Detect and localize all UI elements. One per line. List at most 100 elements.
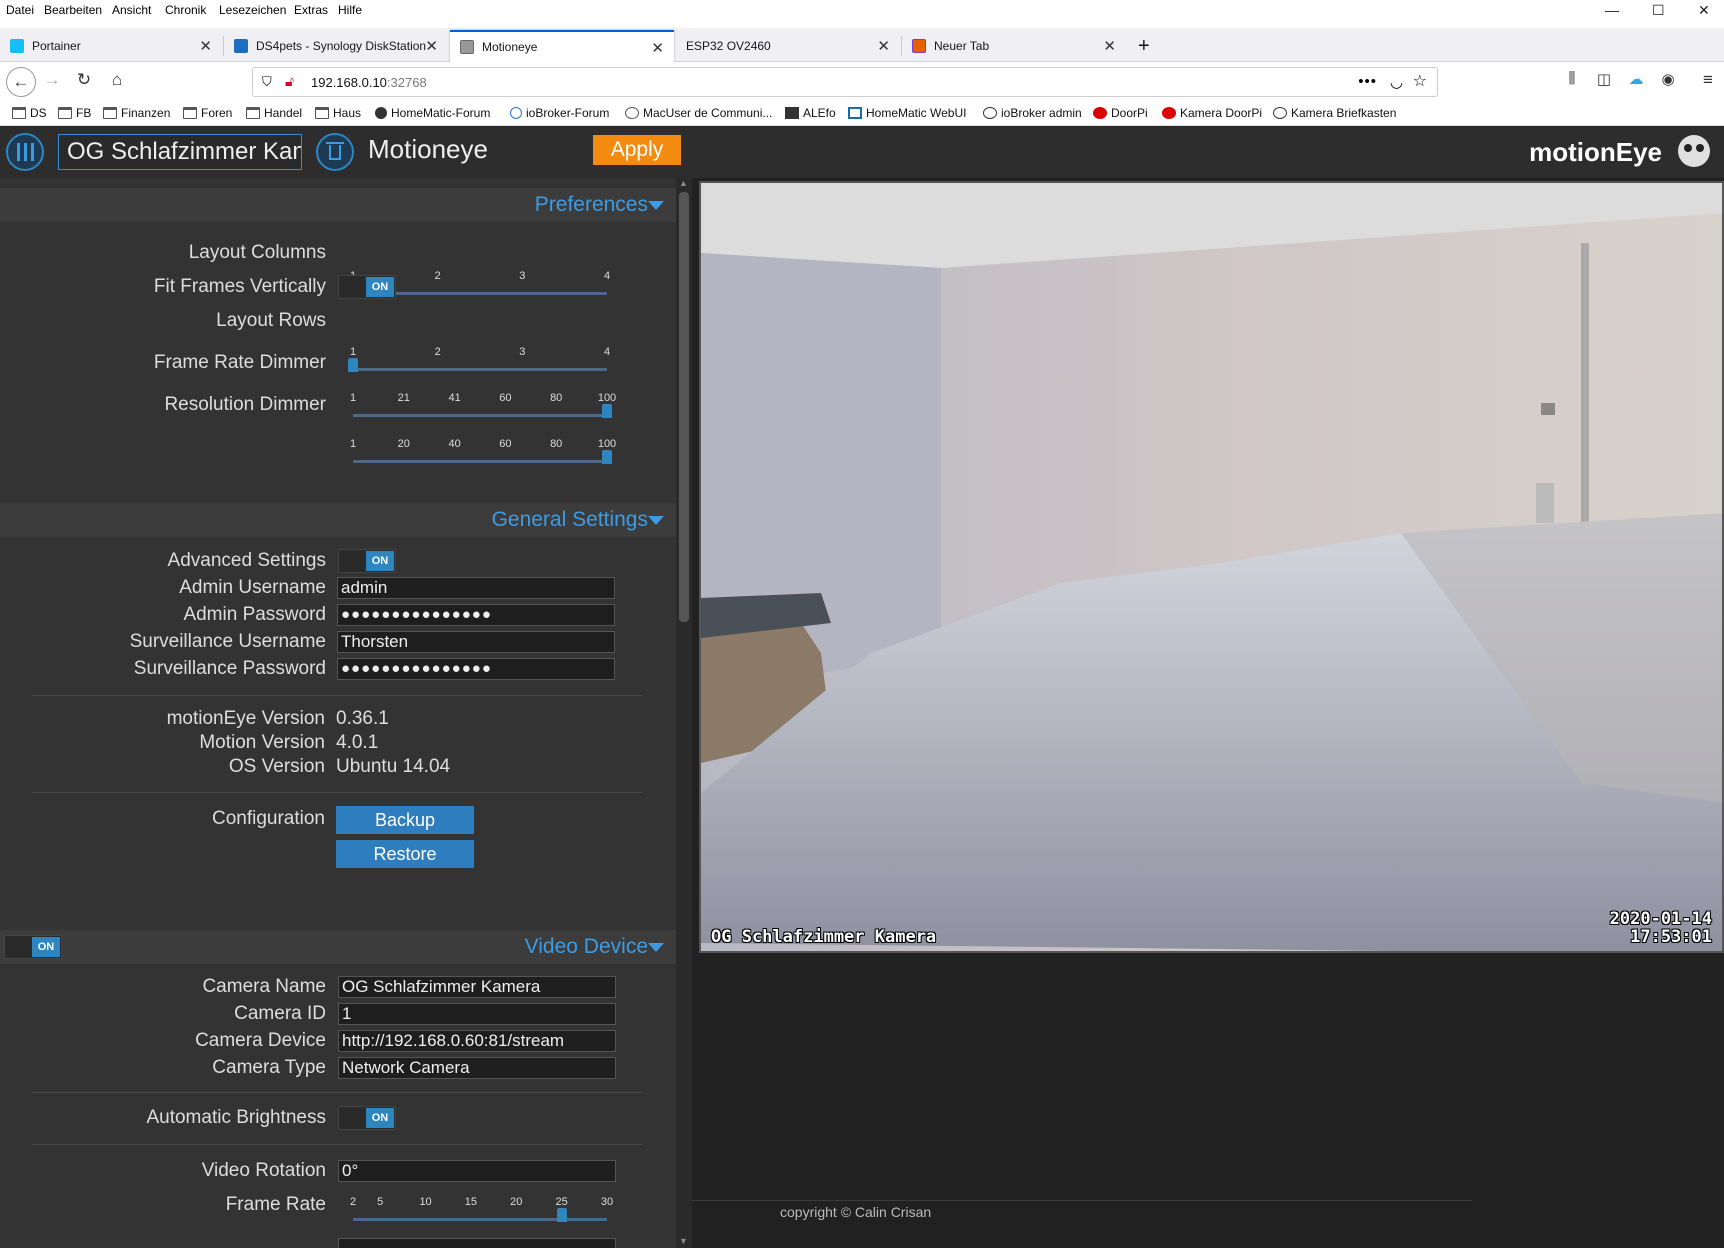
bookmark-kamera-doorpi[interactable]: Kamera DoorPi [1162,106,1262,120]
menu-datei[interactable]: Datei [6,3,34,17]
close-tab-icon[interactable]: ✕ [877,37,890,55]
back-icon[interactable]: ← [6,67,36,97]
reload-icon[interactable]: ↻ [72,70,96,90]
bookmark-ds[interactable]: DS [12,106,47,120]
bookmark-homematic-forum[interactable]: HomeMatic-Forum [375,106,490,120]
menu-hilfe[interactable]: Hilfe [338,3,362,17]
menu-lesezeichen[interactable]: Lesezeichen [219,3,286,17]
bookmark-handel[interactable]: Handel [246,106,302,120]
admin-password-input[interactable]: ●●●●●●●●●●●●●●● [337,604,615,626]
url-bar[interactable]: ⛉ 🔓︎ 192.168.0.10:32768 ••• ◡ ☆ [252,67,1438,97]
fit-frames-toggle[interactable]: ON [338,275,396,299]
frame-rate-dimmer-slider[interactable]: 1 21 41 60 80 100 [350,392,616,426]
video-rotation-select[interactable]: 0° [338,1160,616,1182]
bookmark-macuser[interactable]: MacUser de Communi... [625,106,772,120]
apply-button[interactable]: Apply [593,135,681,165]
bookmark-alefo[interactable]: ALEfo [785,106,836,120]
forward-icon[interactable]: → [40,70,64,90]
globe-icon [983,107,997,119]
account-icon[interactable]: ◉ [1656,70,1680,88]
general-settings-section-header[interactable]: General Settings [0,503,676,537]
slider-handle[interactable] [602,404,612,418]
camera-device-input[interactable]: http://192.168.0.60:81/stream [338,1030,616,1052]
close-tab-icon[interactable]: ✕ [1103,37,1116,55]
admin-username-input[interactable]: admin [337,577,615,599]
tab-motioneye[interactable]: Motioneye ✕ [450,30,674,62]
slider-tick-label: 4 [603,346,611,358]
maximize-icon[interactable]: ☐ [1652,2,1665,19]
surveillance-password-input[interactable]: ●●●●●●●●●●●●●●● [337,658,615,680]
trash-icon[interactable] [316,133,354,171]
more-icon[interactable]: ••• [1358,73,1377,90]
menu-bearbeiten[interactable]: Bearbeiten [44,3,102,17]
slider-handle[interactable] [602,450,612,464]
automatic-brightness-toggle[interactable]: ON [338,1106,396,1130]
camera-type-input[interactable]: Network Camera [338,1057,616,1079]
bookmark-haus[interactable]: Haus [315,106,361,120]
restore-button[interactable]: Restore [336,840,474,868]
close-window-icon[interactable]: ✕ [1698,2,1710,19]
menu-chronik[interactable]: Chronik [165,3,206,17]
scroll-up-icon[interactable]: ▲ [679,178,688,188]
advanced-settings-toggle[interactable]: ON [338,549,396,573]
slider-track[interactable] [353,460,607,463]
surveillance-username-input[interactable]: Thorsten [337,631,615,653]
scroll-down-icon[interactable]: ▼ [679,1236,688,1246]
minimize-icon[interactable]: — [1605,2,1619,18]
video-device-enable-toggle[interactable]: ON [4,935,62,959]
video-device-section-header[interactable]: Video Device [0,930,676,964]
bookmark-homematic-webui[interactable]: HomeMatic WebUI [848,106,966,120]
hamburger-menu-icon[interactable]: ≡ [1696,70,1720,90]
settings-scrollbar[interactable]: ▲ ▼ [676,178,692,1248]
slider-handle[interactable] [348,358,358,372]
bookmark-doorpi[interactable]: DoorPi [1093,106,1148,120]
frame-rate-slider[interactable]: 2 5 10 15 20 25 30 [350,1196,613,1230]
tab-esp32[interactable]: ESP32 OV2460 ✕ [676,30,900,62]
layout-rows-slider[interactable]: 1 2 3 4 [348,346,611,380]
camera-frame[interactable]: OG Schlafzimmer Kamera 2020-01-14 17:53:… [699,181,1724,953]
menu-bar: Datei Bearbeiten Ansicht Chronik Lesezei… [0,0,1724,22]
sidebar-icon[interactable]: ◫ [1592,70,1616,88]
preferences-section-header[interactable]: Preferences [0,188,676,222]
bookmark-foren[interactable]: Foren [183,106,232,120]
bookmark-fb[interactable]: FB [58,106,91,120]
resolution-dimmer-slider[interactable]: 1 20 40 60 80 100 [350,438,616,472]
tab-portainer[interactable]: Portainer ✕ [0,30,222,62]
library-icon[interactable]: ⫼ [1560,70,1584,87]
bookmark-finanzen[interactable]: Finanzen [103,106,170,120]
tab-ds4pets[interactable]: DS4pets - Synology DiskStation ✕ [224,30,448,62]
backup-button[interactable]: Backup [336,806,474,834]
cloud-icon[interactable]: ☁ [1624,70,1648,88]
scrollbar-thumb[interactable] [679,192,689,622]
next-field-input[interactable] [338,1238,616,1248]
camera-id-input[interactable]: 1 [338,1003,616,1025]
camera-id-label: Camera ID [234,1003,326,1024]
slider-tick-label: 20 [510,1196,523,1208]
tab-neuer-tab[interactable]: Neuer Tab ✕ [902,30,1126,62]
menu-ansicht[interactable]: Ansicht [112,3,151,17]
camera-type-label: Camera Type [212,1057,326,1078]
settings-toggle-button[interactable] [6,133,44,171]
bookmark-iobroker-forum[interactable]: ioBroker-Forum [510,106,609,120]
home-icon[interactable]: ⌂ [105,70,129,90]
close-tab-icon[interactable]: ✕ [425,37,438,55]
tab-label: DS4pets - Synology DiskStation [256,39,427,53]
slider-track[interactable] [353,368,607,371]
slider-handle[interactable] [556,1208,567,1222]
slider-track[interactable] [353,414,607,417]
close-tab-icon[interactable]: ✕ [199,37,212,55]
camera-select[interactable]: OG Schlafzimmer Kamera [58,134,302,170]
menu-extras[interactable]: Extras [294,3,328,17]
close-tab-icon[interactable]: ✕ [651,39,664,57]
camera-label: Motioneye [368,134,488,164]
pocket-icon[interactable]: ◡ [1390,73,1403,91]
camera-name-input[interactable]: OG Schlafzimmer Kamera [338,976,616,998]
slider-tick-label: 25 [555,1196,568,1208]
new-tab-button[interactable]: + [1128,30,1162,62]
bookmark-kamera-briefkasten[interactable]: Kamera Briefkasten [1273,106,1396,120]
slider-track[interactable] [353,1218,607,1221]
shield-icon[interactable]: ⛉ [262,74,272,90]
bookmark-iobroker-admin[interactable]: ioBroker admin [983,106,1082,120]
star-icon[interactable]: ☆ [1413,71,1427,91]
insecure-lock-icon[interactable]: 🔓︎ [285,73,294,90]
